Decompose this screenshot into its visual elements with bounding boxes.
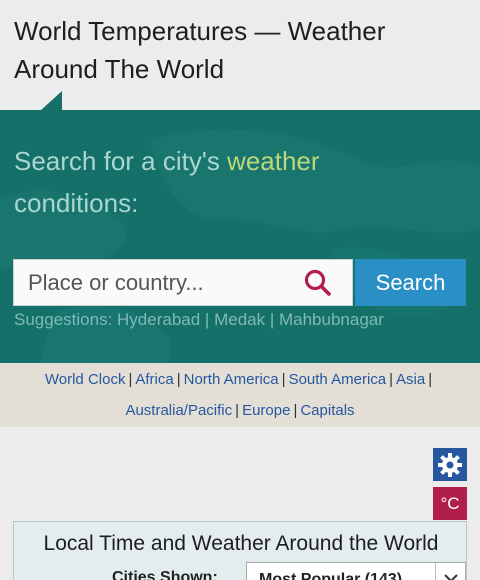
search-button[interactable]: Search — [355, 259, 466, 306]
settings-button[interactable] — [433, 448, 467, 481]
suggestions-label: Suggestions: — [14, 310, 113, 329]
nav-link-australia-pacific[interactable]: Australia/Pacific — [125, 402, 232, 419]
search-heading-rest: conditions: — [14, 188, 139, 218]
search-heading: Search for a city's weather conditions: — [14, 140, 374, 224]
cities-shown-label: Cities Shown: — [112, 569, 218, 580]
header-notch — [40, 91, 62, 111]
weather-table-card: Local Time and Weather Around the World … — [13, 521, 467, 580]
nav-link-europe[interactable]: Europe — [242, 402, 290, 419]
search-heading-text: Search for a city's — [14, 146, 228, 176]
table-title: Local Time and Weather Around the World — [43, 532, 439, 555]
nav-link-asia[interactable]: Asia — [396, 371, 425, 388]
page-title: World Temperatures — Weather Around The … — [14, 16, 386, 84]
chevron-down-icon — [435, 563, 465, 580]
search-icon[interactable] — [304, 269, 332, 297]
cities-shown-value: Most Popular (143) — [259, 571, 403, 580]
search-hero: Search for a city's weather conditions: … — [0, 110, 480, 363]
search-suggestions: Suggestions: Hyderabad | Medak | Mahbubn… — [14, 310, 384, 329]
suggestion-link-medak[interactable]: Medak — [214, 310, 265, 329]
nav-link-north-america[interactable]: North America — [184, 371, 279, 388]
cities-shown-select[interactable]: Most Popular (143) — [246, 562, 466, 580]
nav-link-capitals[interactable]: Capitals — [300, 402, 354, 419]
suggestion-link-mahbubnagar[interactable]: Mahbubnagar — [279, 310, 384, 329]
search-heading-accent: weather — [227, 146, 320, 176]
nav-link-south-america[interactable]: South America — [289, 371, 387, 388]
region-nav: World Clock | Africa | North America | South A… — [0, 363, 480, 427]
nav-link-world-clock[interactable]: World Clock — [45, 371, 126, 388]
suggestion-link-hyderabad[interactable]: Hyderabad — [117, 310, 200, 329]
temperature-unit-button[interactable]: °C — [433, 487, 467, 520]
nav-link-africa[interactable]: Africa — [135, 371, 173, 388]
search-box — [13, 259, 353, 306]
search-input[interactable] — [14, 260, 294, 305]
page-header: World Temperatures — Weather Around The … — [0, 0, 480, 110]
gear-icon — [438, 453, 462, 477]
